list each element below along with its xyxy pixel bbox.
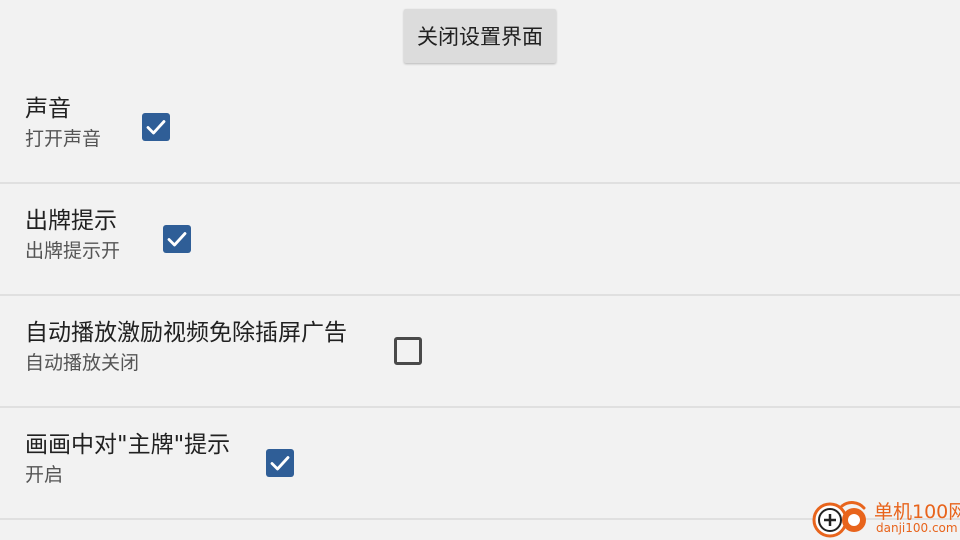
sound-checkbox[interactable] — [142, 113, 170, 141]
setting-title: 声音 — [25, 96, 71, 122]
danji-logo-icon — [812, 501, 866, 538]
setting-subtitle: 打开声音 — [25, 128, 102, 150]
check-icon — [167, 232, 187, 247]
auto-play-ad-checkbox[interactable] — [394, 337, 422, 365]
setting-subtitle: 自动播放关闭 — [25, 352, 140, 374]
watermark-site-name: 单机100网 — [874, 501, 960, 523]
setting-text-group: 出牌提示 出牌提示开 — [25, 206, 120, 264]
close-settings-button[interactable]: 关闭设置界面 — [404, 9, 556, 63]
setting-row-sound: 声音 打开声音 — [0, 72, 960, 184]
check-icon — [270, 456, 290, 471]
setting-text-group: 声音 打开声音 — [25, 94, 101, 152]
play-hint-checkbox[interactable] — [163, 225, 191, 253]
setting-subtitle: 出牌提示开 — [25, 240, 121, 262]
setting-text-group: 自动播放激励视频免除插屏广告 自动播放关闭 — [25, 318, 347, 376]
setting-row-auto-play-ad: 自动播放激励视频免除插屏广告 自动播放关闭 — [0, 296, 960, 408]
setting-title: 画画中对"主牌"提示 — [25, 432, 231, 458]
setting-title: 自动播放激励视频免除插屏广告 — [25, 320, 347, 346]
watermark: 单机100网 danji100.com — [808, 494, 960, 540]
trump-hint-checkbox[interactable] — [266, 449, 294, 477]
setting-row-play-hint: 出牌提示 出牌提示开 — [0, 184, 960, 296]
check-icon — [146, 120, 166, 135]
watermark-site-url: danji100.com — [876, 521, 958, 535]
setting-title: 出牌提示 — [25, 208, 117, 234]
setting-subtitle: 开启 — [25, 464, 64, 486]
setting-text-group: 画画中对"主牌"提示 开启 — [25, 430, 230, 488]
settings-screen: 关闭设置界面 声音 打开声音 出牌提示 出牌提示开 自动播放激励视频免除插屏广告… — [0, 0, 960, 540]
